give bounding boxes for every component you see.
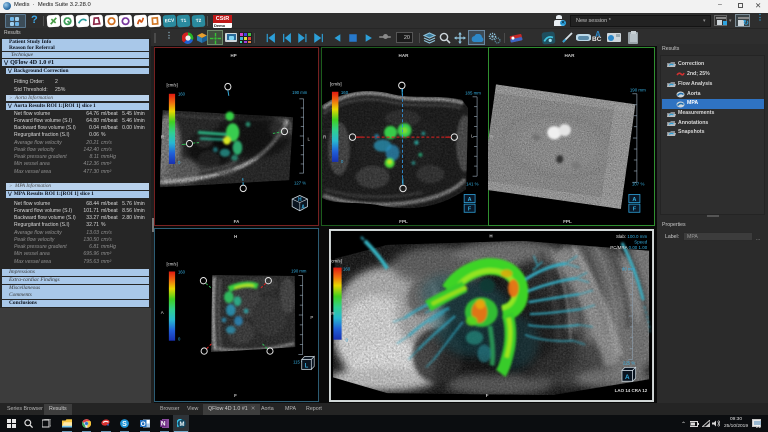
svg-text:Slab: 100.0 mm: Slab: 100.0 mm <box>616 234 647 239</box>
svg-text:FA: FA <box>234 218 240 223</box>
svg-text:FPL: FPL <box>399 218 408 223</box>
svg-text:N: N <box>161 421 166 428</box>
svg-text:HAR: HAR <box>399 53 410 58</box>
svg-text:HAR: HAR <box>564 53 575 58</box>
svg-text:A: A <box>632 197 636 203</box>
svg-text:PC/MRA 0.00 1.00: PC/MRA 0.00 1.00 <box>610 245 647 250</box>
svg-text:90 mm: 90 mm <box>622 266 635 271</box>
svg-text:[cm/s]: [cm/s] <box>330 259 342 264</box>
svg-text:190 mm: 190 mm <box>291 268 307 273</box>
svg-text:160: 160 <box>341 89 349 94</box>
svg-text:P: P <box>310 315 313 320</box>
svg-text:160: 160 <box>178 269 186 274</box>
svg-text:141 %: 141 % <box>466 181 478 186</box>
svg-text:190 mm: 190 mm <box>292 89 308 94</box>
svg-text:L: L <box>471 133 474 138</box>
svg-text:H: H <box>489 233 492 238</box>
svg-text:225 %: 225 % <box>623 360 635 365</box>
svg-text:160: 160 <box>178 91 186 96</box>
svg-text:FPL: FPL <box>563 218 572 223</box>
svg-text:160: 160 <box>343 266 351 271</box>
svg-text:Speed: Speed <box>634 239 647 244</box>
svg-text:HP: HP <box>231 53 237 58</box>
svg-text:185 mm: 185 mm <box>465 90 481 95</box>
svg-text:127 %: 127 % <box>294 180 306 185</box>
svg-text:A: A <box>468 197 472 203</box>
svg-text:M: M <box>180 422 185 428</box>
svg-text:[cm/s]: [cm/s] <box>330 81 342 86</box>
svg-text:S: S <box>122 421 127 428</box>
svg-text:A: A <box>625 374 630 381</box>
svg-text:F: F <box>234 393 237 398</box>
svg-text:O: O <box>141 421 146 428</box>
svg-text:[cm/s]: [cm/s] <box>166 82 177 87</box>
svg-text:190 mm: 190 mm <box>630 87 646 92</box>
svg-text:H: H <box>234 234 237 239</box>
svg-text:A: A <box>161 310 164 315</box>
svg-text:LAO 14 CRA 12: LAO 14 CRA 12 <box>615 388 648 393</box>
svg-text:A: A <box>301 204 305 210</box>
svg-text:L: L <box>305 363 309 369</box>
svg-text:107 %: 107 % <box>632 181 645 186</box>
svg-text:F: F <box>486 393 489 398</box>
svg-text:H: H <box>298 196 302 202</box>
svg-text:F: F <box>633 206 637 212</box>
svg-text:[cm/s]: [cm/s] <box>166 262 177 267</box>
